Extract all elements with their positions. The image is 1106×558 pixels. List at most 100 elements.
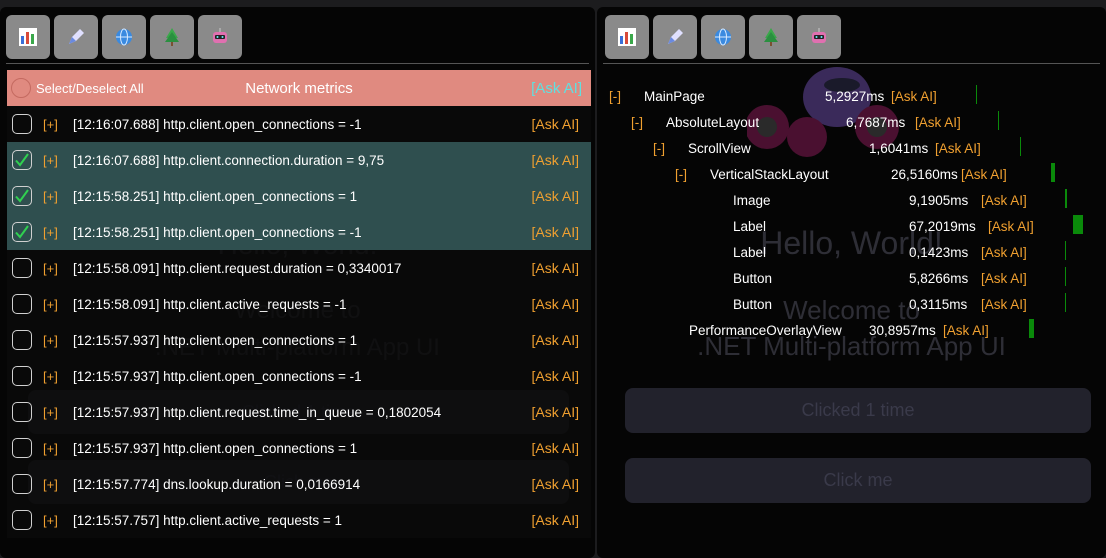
tree-button[interactable] <box>749 15 793 59</box>
ask-ai-link[interactable]: [Ask AI] <box>532 296 579 312</box>
duration-bar <box>998 111 999 130</box>
expand-toggle[interactable]: [+] <box>43 153 58 168</box>
node-time: 67,2019ms <box>909 219 976 234</box>
pen-button[interactable] <box>653 15 697 59</box>
ask-ai-link[interactable]: [Ask AI] <box>532 152 579 168</box>
row-checkbox[interactable] <box>12 330 32 350</box>
header-ask-ai-link[interactable]: [Ask AI] <box>531 80 582 97</box>
tree-node[interactable]: Label 67,2019ms [Ask AI] <box>597 215 1106 241</box>
chart-button[interactable] <box>6 15 50 59</box>
chart-button[interactable] <box>605 15 649 59</box>
ask-ai-link[interactable]: [Ask AI] <box>532 116 579 132</box>
row-checkbox[interactable] <box>12 366 32 386</box>
select-all-label[interactable]: Select/Deselect All <box>36 81 144 96</box>
metric-row[interactable]: [+] [12:15:58.091] http.client.active_req… <box>7 286 591 322</box>
metric-row[interactable]: [+] [12:15:57.937] http.client.open_conne… <box>7 322 591 358</box>
metric-row[interactable]: [+] [12:15:57.774] dns.lookup.duration = … <box>7 466 591 502</box>
pen-button[interactable] <box>54 15 98 59</box>
ask-ai-link[interactable]: [Ask AI] <box>981 245 1027 260</box>
collapse-toggle[interactable]: [-] <box>675 167 687 182</box>
metric-row[interactable]: [+] [12:15:57.757] http.client.active_req… <box>7 502 591 538</box>
ask-ai-link[interactable]: [Ask AI] <box>981 297 1027 312</box>
metric-row[interactable]: [+] [12:16:07.688] http.client.connection… <box>7 142 591 178</box>
expand-toggle[interactable]: [+] <box>43 117 58 132</box>
click-me-button[interactable]: Click me <box>625 458 1091 503</box>
ask-ai-link[interactable]: [Ask AI] <box>935 141 981 156</box>
collapse-toggle[interactable]: [-] <box>653 141 665 156</box>
expand-toggle[interactable]: [+] <box>43 513 58 528</box>
robot-icon <box>213 28 227 43</box>
metric-row[interactable]: [+] [12:15:58.251] http.client.open_conne… <box>7 214 591 250</box>
metric-row[interactable]: [+] [12:16:07.688] http.client.open_conne… <box>7 106 591 142</box>
row-checkbox[interactable] <box>12 294 32 314</box>
ask-ai-link[interactable]: [Ask AI] <box>532 476 579 492</box>
metric-row[interactable]: [+] [12:15:58.251] http.client.open_conne… <box>7 178 591 214</box>
collapse-toggle[interactable]: [-] <box>631 115 643 130</box>
globe-icon <box>715 28 731 46</box>
tree-button[interactable] <box>150 15 194 59</box>
checkmark-icon <box>15 153 29 167</box>
robot-button[interactable] <box>797 15 841 59</box>
tree-node[interactable]: [-] AbsoluteLayout 6,7687ms [Ask AI] <box>597 111 1106 137</box>
node-name: Label <box>733 219 767 234</box>
tree-node[interactable]: Button 0,3115ms [Ask AI] <box>597 293 1106 319</box>
tree-node[interactable]: Label 0,1423ms [Ask AI] <box>597 241 1106 267</box>
tree-node[interactable]: PerformanceOverlayView 30,8957ms [Ask AI] <box>597 319 1106 345</box>
expand-toggle[interactable]: [+] <box>43 441 58 456</box>
row-checkbox[interactable] <box>12 222 32 242</box>
row-checkbox[interactable] <box>12 150 32 170</box>
tree-node[interactable]: [-] ScrollView 1,6041ms [Ask AI] <box>597 137 1106 163</box>
metric-row[interactable]: [+] [12:15:57.937] http.client.request.ti… <box>7 394 591 430</box>
robot-icon <box>812 28 826 43</box>
ask-ai-link[interactable]: [Ask AI] <box>988 219 1034 234</box>
expand-toggle[interactable]: [+] <box>43 333 58 348</box>
row-checkbox[interactable] <box>12 114 32 134</box>
row-checkbox[interactable] <box>12 510 32 530</box>
metric-row[interactable]: [+] [12:15:57.937] http.client.open_conne… <box>7 358 591 394</box>
expand-toggle[interactable]: [+] <box>43 477 58 492</box>
ask-ai-link[interactable]: [Ask AI] <box>891 89 937 104</box>
row-checkbox[interactable] <box>12 438 32 458</box>
robot-button[interactable] <box>198 15 242 59</box>
ask-ai-link[interactable]: [Ask AI] <box>532 188 579 204</box>
globe-button[interactable] <box>102 15 146 59</box>
expand-toggle[interactable]: [+] <box>43 297 58 312</box>
expand-toggle[interactable]: [+] <box>43 225 58 240</box>
select-all-radio[interactable] <box>11 78 31 98</box>
row-checkbox[interactable] <box>12 402 32 422</box>
ask-ai-link[interactable]: [Ask AI] <box>532 404 579 420</box>
metric-row[interactable]: [+] [12:15:58.091] http.client.request.du… <box>7 250 591 286</box>
ask-ai-link[interactable]: [Ask AI] <box>532 332 579 348</box>
ask-ai-link[interactable]: [Ask AI] <box>532 224 579 240</box>
row-checkbox[interactable] <box>12 474 32 494</box>
ask-ai-link[interactable]: [Ask AI] <box>981 193 1027 208</box>
ask-ai-link[interactable]: [Ask AI] <box>532 260 579 276</box>
node-time: 1,6041ms <box>869 141 929 156</box>
pen-icon <box>69 29 84 44</box>
expand-toggle[interactable]: [+] <box>43 405 58 420</box>
ask-ai-link[interactable]: [Ask AI] <box>981 271 1027 286</box>
row-checkbox[interactable] <box>12 258 32 278</box>
ask-ai-link[interactable]: [Ask AI] <box>532 512 579 528</box>
tree-node[interactable]: Button 5,8266ms [Ask AI] <box>597 267 1106 293</box>
expand-toggle[interactable]: [+] <box>43 369 58 384</box>
tree-node[interactable]: Image 9,1905ms [Ask AI] <box>597 189 1106 215</box>
tree-node[interactable]: [-] MainPage 5,2927ms [Ask AI] <box>597 85 1106 111</box>
pen-icon <box>668 29 683 44</box>
ask-ai-link[interactable]: [Ask AI] <box>943 323 989 338</box>
expand-toggle[interactable]: [+] <box>43 261 58 276</box>
globe-button[interactable] <box>701 15 745 59</box>
clicked-button[interactable]: Clicked 1 time <box>625 388 1091 433</box>
row-checkbox[interactable] <box>12 186 32 206</box>
checkmark-icon <box>15 225 29 239</box>
ask-ai-link[interactable]: [Ask AI] <box>532 440 579 456</box>
ask-ai-link[interactable]: [Ask AI] <box>961 167 1007 182</box>
node-name: MainPage <box>644 89 705 104</box>
ask-ai-link[interactable]: [Ask AI] <box>915 115 961 130</box>
tree-node[interactable]: [-] VerticalStackLayout 26,5160ms [Ask AI] <box>597 163 1106 189</box>
node-time: 5,8266ms <box>909 271 969 286</box>
collapse-toggle[interactable]: [-] <box>609 89 621 104</box>
metric-row[interactable]: [+] [12:15:57.937] http.client.open_conne… <box>7 430 591 466</box>
ask-ai-link[interactable]: [Ask AI] <box>532 368 579 384</box>
expand-toggle[interactable]: [+] <box>43 189 58 204</box>
